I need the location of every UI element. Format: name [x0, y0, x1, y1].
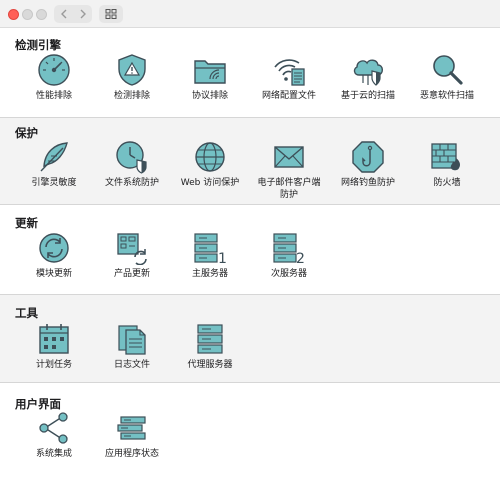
item-anti-phishing[interactable]: 网络钓鱼防护	[328, 140, 408, 189]
section-title: 检测引擎	[15, 38, 61, 52]
folder-signal-icon	[194, 60, 226, 84]
server-badge: 1	[218, 251, 227, 265]
forward-button[interactable]	[73, 5, 92, 23]
item-email-client-protection[interactable]: 电子邮件客户端 防护	[249, 140, 329, 201]
grid-view-button[interactable]	[99, 5, 123, 23]
app-update-icon	[117, 233, 147, 265]
refresh-icon	[39, 233, 69, 263]
feather-icon	[40, 142, 68, 172]
status-bars-icon	[117, 416, 146, 440]
item-network-profiles[interactable]: 网络配置文件	[249, 53, 329, 102]
item-label: 代理服务器	[187, 360, 233, 370]
item-label: 次服务器	[270, 269, 307, 279]
item-label: 计划任务	[35, 360, 72, 370]
item-product-updates[interactable]: 产品更新	[92, 231, 172, 280]
globe-icon	[195, 142, 225, 172]
item-label: 网络钓鱼防护	[340, 178, 395, 188]
wifi-document-icon	[274, 59, 305, 86]
section-tools: 工具 计划任务 日志文件 代理服务器	[0, 295, 500, 382]
item-primary-server[interactable]: 1 主服务器	[170, 231, 250, 280]
section-updates: 更新 模块更新 产品更新 1 主服务器 2 次服务器	[0, 205, 500, 294]
item-cloud-scanning[interactable]: 基于云的扫描	[328, 53, 408, 102]
minimize-button[interactable]	[22, 9, 33, 20]
section-title: 更新	[15, 216, 38, 230]
item-label: 日志文件	[113, 360, 150, 370]
shield-warning-icon	[118, 54, 146, 86]
item-file-system-protection[interactable]: 文件系统防护	[92, 140, 172, 189]
item-firewall[interactable]: 防火墙	[407, 140, 487, 189]
forward-icon	[80, 9, 86, 19]
item-label: 文件系统防护	[104, 178, 159, 188]
back-icon	[60, 9, 66, 19]
item-label: 电子邮件客户端	[257, 178, 321, 188]
item-label: 模块更新	[35, 269, 72, 279]
server-secondary-icon: 2	[273, 233, 305, 265]
item-proxy-server[interactable]: 代理服务器	[170, 322, 250, 371]
item-log-files[interactable]: 日志文件	[92, 322, 172, 371]
server-badge: 2	[296, 251, 305, 265]
item-label: 协议排除	[191, 91, 228, 101]
item-label: Web 访问保护	[180, 178, 240, 188]
navigation-group	[54, 5, 92, 23]
cloud-shield-icon	[353, 59, 383, 86]
item-label: 系统集成	[35, 449, 72, 459]
item-web-access-protection[interactable]: Web 访问保护	[170, 140, 250, 189]
item-label-line2: 防护	[279, 190, 298, 200]
back-button[interactable]	[54, 5, 73, 23]
item-detection-exclusions[interactable]: 检测排除	[92, 53, 172, 102]
item-label: 产品更新	[113, 269, 150, 279]
envelope-icon	[274, 146, 304, 168]
item-engine-sensitivity[interactable]: 引擎灵敏度	[14, 140, 94, 189]
share-nodes-icon	[39, 412, 68, 444]
section-detection-engine: 检测引擎 性能排除 检测排除 协议排除 网络配置文件 基于云的扫描 恶意软件扫描	[0, 29, 500, 117]
section-title: 工具	[15, 306, 38, 320]
item-system-integration[interactable]: 系统集成	[14, 411, 94, 460]
close-button[interactable]	[8, 9, 19, 20]
hook-icon	[352, 141, 384, 173]
item-label: 性能排除	[35, 91, 72, 101]
clock-shield-icon	[116, 141, 147, 174]
item-label: 检测排除	[113, 91, 150, 101]
item-label: 恶意软件扫描	[419, 91, 474, 101]
item-malware-scans[interactable]: 恶意软件扫描	[407, 53, 487, 102]
item-scheduled-tasks[interactable]: 计划任务	[14, 322, 94, 371]
item-label: 基于云的扫描	[340, 91, 395, 101]
section-title: 保护	[15, 126, 38, 140]
item-application-statuses[interactable]: 应用程序状态	[92, 411, 172, 460]
section-user-interface: 用户界面 系统集成 应用程序状态	[0, 383, 500, 479]
section-title: 用户界面	[15, 397, 61, 411]
item-label: 网络配置文件	[261, 91, 316, 101]
firewall-icon	[431, 143, 460, 171]
magnifier-icon	[433, 55, 463, 85]
item-label: 应用程序状态	[104, 449, 159, 459]
item-label: 引擎灵敏度	[31, 178, 77, 188]
item-module-updates[interactable]: 模块更新	[14, 231, 94, 280]
proxy-server-icon	[197, 324, 223, 354]
item-label: 主服务器	[191, 269, 228, 279]
grid-view-icon	[105, 9, 117, 19]
item-protocol-exclusions[interactable]: 协议排除	[170, 53, 250, 102]
server-primary-icon: 1	[194, 233, 227, 265]
gauge-icon	[38, 54, 70, 86]
item-label: 防火墙	[433, 178, 461, 188]
zoom-button[interactable]	[36, 9, 47, 20]
section-protection: 保护 引擎灵敏度 文件系统防护 Web 访问保护 电子邮件客户端 防护 网络钓鱼…	[0, 118, 500, 204]
calendar-icon	[39, 324, 69, 354]
documents-icon	[118, 325, 146, 355]
item-secondary-server[interactable]: 2 次服务器	[249, 231, 329, 280]
title-bar	[0, 0, 500, 28]
item-performance-exclusions[interactable]: 性能排除	[14, 53, 94, 102]
